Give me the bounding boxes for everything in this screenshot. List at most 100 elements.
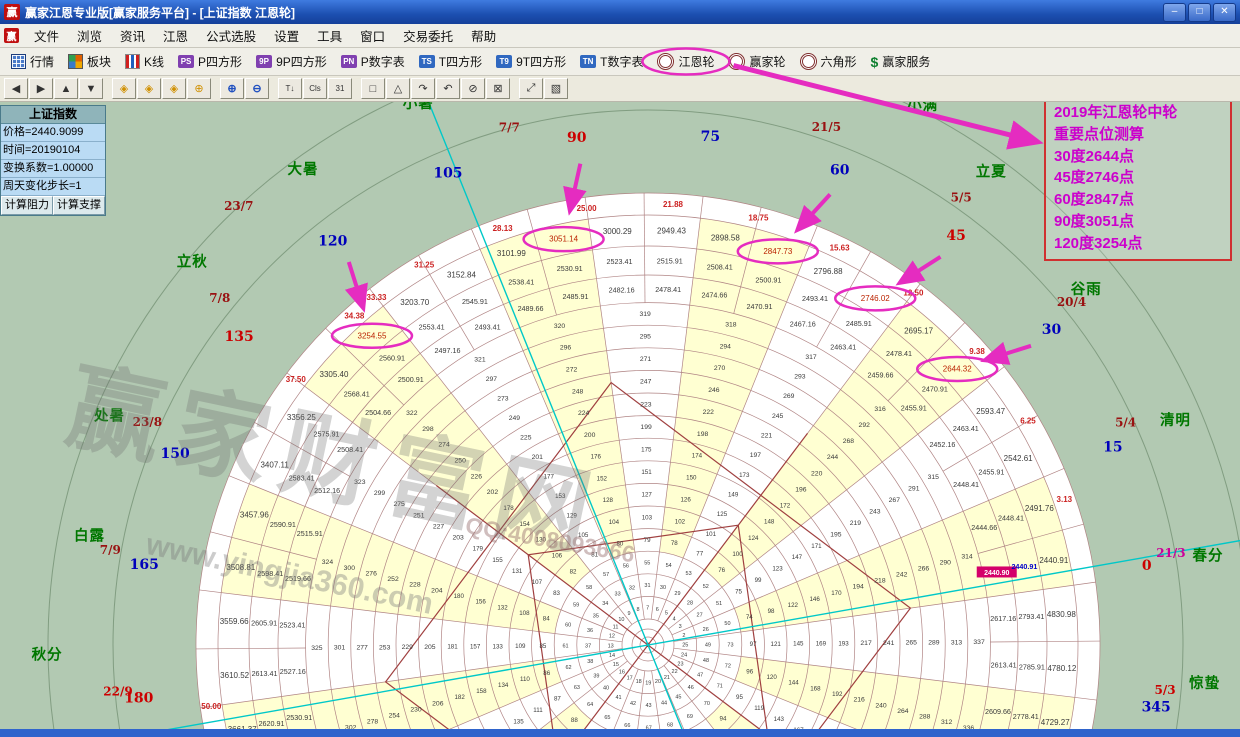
close-button[interactable]: ✕ xyxy=(1213,3,1236,22)
zoom-in-button[interactable]: ⊕ xyxy=(220,78,244,99)
svg-text:61: 61 xyxy=(562,644,568,650)
toolbar-button-9t-square[interactable]: T99T四方形 xyxy=(489,51,573,72)
select-region-button[interactable]: ▧ xyxy=(544,78,568,99)
rotate-cw-button[interactable]: ↷ xyxy=(411,78,435,99)
menu-item-2[interactable]: 资讯 xyxy=(111,23,154,48)
svg-text:79: 79 xyxy=(644,537,651,544)
toolbar-button-hexagon[interactable]: 六角形 xyxy=(793,51,864,72)
menu-item-3[interactable]: 江恩 xyxy=(154,23,197,48)
winner-wheel-label: 赢家轮 xyxy=(749,53,785,70)
svg-text:222: 222 xyxy=(703,409,715,416)
svg-text:2452.16: 2452.16 xyxy=(929,440,955,449)
diamond-large-button[interactable]: ◈ xyxy=(162,78,186,99)
menu-item-5[interactable]: 设置 xyxy=(265,23,308,48)
toolbar-button-gann-wheel[interactable]: 江恩轮 xyxy=(650,51,721,72)
svg-text:292: 292 xyxy=(859,422,871,429)
expand-tool-button[interactable]: ⤢ xyxy=(519,78,543,99)
svg-text:82: 82 xyxy=(570,568,577,575)
svg-text:3: 3 xyxy=(679,624,682,630)
toolbar-button-winner-wheel[interactable]: 赢家轮 xyxy=(721,51,792,72)
menu-item-8[interactable]: 交易委托 xyxy=(394,23,462,48)
svg-text:2620.91: 2620.91 xyxy=(259,719,285,728)
scroll-right-button[interactable]: ▶ xyxy=(29,78,53,99)
svg-text:2508.41: 2508.41 xyxy=(337,445,363,454)
svg-text:275: 275 xyxy=(393,501,405,508)
svg-text:37.50: 37.50 xyxy=(286,375,307,384)
svg-text:125: 125 xyxy=(717,511,728,518)
svg-text:2538.41: 2538.41 xyxy=(508,277,534,286)
svg-text:323: 323 xyxy=(354,479,366,486)
toolbar-button-t-square[interactable]: TST四方形 xyxy=(412,51,489,72)
svg-text:124: 124 xyxy=(748,535,759,542)
svg-text:265: 265 xyxy=(906,640,918,647)
svg-text:3610.52: 3610.52 xyxy=(220,671,249,680)
svg-text:3101.99: 3101.99 xyxy=(497,249,526,258)
svg-text:66: 66 xyxy=(624,723,630,729)
svg-text:54: 54 xyxy=(666,563,672,569)
svg-text:38: 38 xyxy=(587,659,593,665)
svg-text:17: 17 xyxy=(627,675,633,681)
toolbar-button-9p-square[interactable]: 9P9P四方形 xyxy=(249,51,334,72)
svg-text:3203.70: 3203.70 xyxy=(400,298,429,307)
rotate-ccw-button[interactable]: ↶ xyxy=(436,78,460,99)
clear-cls-button[interactable]: Cls xyxy=(303,78,327,99)
hangqing-label: 行情 xyxy=(30,53,54,70)
svg-text:2467.16: 2467.16 xyxy=(790,320,816,329)
svg-text:290: 290 xyxy=(940,560,952,567)
svg-text:3051.14: 3051.14 xyxy=(549,235,578,244)
svg-text:2474.66: 2474.66 xyxy=(701,291,727,300)
svg-text:148: 148 xyxy=(764,519,775,526)
svg-text:193: 193 xyxy=(838,640,849,647)
svg-text:317: 317 xyxy=(805,354,817,361)
pointer-down-button[interactable]: ▼ xyxy=(79,78,103,99)
svg-text:春分: 春分 xyxy=(1193,546,1224,564)
rect-tool-button[interactable]: □ xyxy=(361,78,385,99)
menu-item-9[interactable]: 帮助 xyxy=(462,23,505,48)
crosshair-button[interactable]: ⊕ xyxy=(187,78,211,99)
svg-text:49: 49 xyxy=(705,642,711,648)
svg-text:216: 216 xyxy=(853,697,865,704)
menu-item-1[interactable]: 浏览 xyxy=(68,23,111,48)
minimize-button[interactable]: – xyxy=(1163,3,1186,22)
svg-text:315: 315 xyxy=(928,474,940,481)
diamond-small-button[interactable]: ◈ xyxy=(112,78,136,99)
menu-item-7[interactable]: 窗口 xyxy=(351,23,394,48)
menu-item-6[interactable]: 工具 xyxy=(308,23,351,48)
toolbar-button-t-table[interactable]: TNT数字表 xyxy=(573,51,650,72)
svg-text:24: 24 xyxy=(681,652,687,658)
toolbar-button-p-square[interactable]: PSP四方形 xyxy=(171,51,249,72)
svg-text:94: 94 xyxy=(720,716,727,723)
box-x-tool-button[interactable]: ⊠ xyxy=(486,78,510,99)
toolbar-button-kxian[interactable]: K线 xyxy=(118,51,171,72)
svg-text:250: 250 xyxy=(455,457,467,464)
maximize-button[interactable]: □ xyxy=(1188,3,1211,22)
pointer-up-button[interactable]: ▲ xyxy=(54,78,78,99)
svg-text:268: 268 xyxy=(843,438,855,445)
toolbar-button-hangqing[interactable]: 行情 xyxy=(4,51,61,72)
zoom-out-button[interactable]: ⊖ xyxy=(245,78,269,99)
scroll-left-button[interactable]: ◀ xyxy=(4,78,28,99)
menu-item-4[interactable]: 公式选股 xyxy=(197,23,265,48)
calendar-button[interactable]: 31 xyxy=(328,78,352,99)
triangle-tool-button[interactable]: △ xyxy=(386,78,410,99)
toolbar-button-bankuai[interactable]: 板块 xyxy=(61,51,118,72)
svg-text:2898.58: 2898.58 xyxy=(711,233,740,242)
menu-logo-icon: 赢 xyxy=(4,28,19,43)
svg-text:白露: 白露 xyxy=(74,526,105,544)
toolbar-button-winner-service[interactable]: $赢家服务 xyxy=(864,51,938,72)
circle-tool-button[interactable]: ⊘ xyxy=(461,78,485,99)
svg-text:45: 45 xyxy=(675,695,681,701)
calc-support-button[interactable]: 计算支撑 xyxy=(53,196,105,215)
svg-text:80: 80 xyxy=(616,541,623,548)
svg-text:69: 69 xyxy=(687,714,693,720)
svg-text:6: 6 xyxy=(656,607,659,613)
svg-text:176: 176 xyxy=(591,454,602,461)
calc-resistance-button[interactable]: 计算阻力 xyxy=(1,196,53,215)
toolbar-button-p-table[interactable]: PNP数字表 xyxy=(334,51,412,72)
svg-text:56: 56 xyxy=(623,564,629,570)
p-table-label: P数字表 xyxy=(361,53,405,70)
tool-t-down-button[interactable]: T↓ xyxy=(278,78,302,99)
diamond-medium-button[interactable]: ◈ xyxy=(137,78,161,99)
menu-item-0[interactable]: 文件 xyxy=(25,23,68,48)
bottom-scrollbar[interactable] xyxy=(0,729,1240,737)
